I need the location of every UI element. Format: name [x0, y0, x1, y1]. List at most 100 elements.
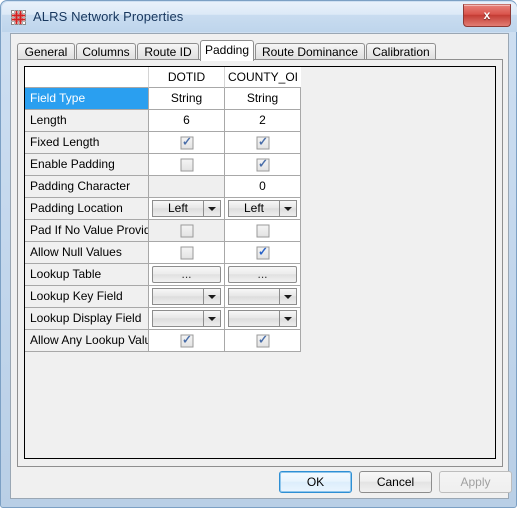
- chevron-down-icon[interactable]: [203, 289, 220, 304]
- grid-row: Pad If No Value Provided: [25, 220, 301, 242]
- grid-cell[interactable]: ✓: [225, 242, 301, 264]
- checkbox[interactable]: [180, 246, 193, 259]
- dropdown[interactable]: Left: [152, 200, 221, 217]
- cell-value: String: [246, 91, 279, 105]
- chevron-down-icon[interactable]: [203, 201, 220, 216]
- dropdown[interactable]: [228, 288, 297, 305]
- dropdown[interactable]: [152, 288, 221, 305]
- grid-cell[interactable]: Left: [225, 198, 301, 220]
- grid-cell[interactable]: ✓: [225, 154, 301, 176]
- cancel-button[interactable]: Cancel: [359, 471, 432, 493]
- close-button[interactable]: x: [463, 4, 511, 27]
- checkbox[interactable]: ✓: [256, 134, 269, 149]
- grid-cell[interactable]: ✓: [149, 330, 225, 352]
- grid-row-label[interactable]: Pad If No Value Provided: [25, 220, 149, 242]
- dropdown[interactable]: [228, 310, 297, 327]
- chevron-down-icon[interactable]: [203, 311, 220, 326]
- grid-row: Lookup Key Field: [25, 286, 301, 308]
- padding-property-grid-inner: DOTID COUNTY_OI Field Type String String Leng…: [25, 67, 301, 352]
- grid-row: Padding Location Left Left: [25, 198, 301, 220]
- grid-cell[interactable]: [149, 286, 225, 308]
- checkbox[interactable]: [256, 224, 269, 237]
- checkbox[interactable]: ✓: [180, 134, 193, 149]
- grid-cell[interactable]: [149, 308, 225, 330]
- grid-header-row: DOTID COUNTY_OI: [25, 67, 301, 88]
- cell-value: 2: [259, 113, 266, 127]
- tab-route-id[interactable]: Route ID: [137, 43, 199, 60]
- check-icon: ✓: [258, 134, 269, 148]
- grid-row-label[interactable]: Padding Location: [25, 198, 149, 220]
- checkbox[interactable]: ✓: [256, 157, 269, 171]
- grid-cell[interactable]: ...: [225, 264, 301, 286]
- grid-row-label[interactable]: Enable Padding: [25, 154, 149, 176]
- tab-calibration[interactable]: Calibration: [366, 43, 436, 60]
- tab-columns[interactable]: Columns: [76, 43, 136, 60]
- grid-row-label[interactable]: Length: [25, 110, 149, 132]
- grid-cell[interactable]: String: [149, 88, 225, 110]
- grid-row: Fixed Length ✓ ✓: [25, 132, 301, 154]
- dialog-client-area: General Columns Route ID Padding Route Domin…: [10, 33, 512, 499]
- checkbox[interactable]: ✓: [180, 333, 193, 347]
- chevron-down-icon[interactable]: [279, 311, 296, 326]
- dropdown[interactable]: [152, 310, 221, 327]
- grid-column-header[interactable]: COUNTY_OI: [225, 67, 301, 88]
- grid-cell[interactable]: ...: [149, 264, 225, 286]
- grid-cell[interactable]: 2: [225, 110, 301, 132]
- grid-column-header[interactable]: DOTID: [149, 67, 225, 88]
- dropdown-value: Left: [167, 201, 188, 215]
- grid-cell[interactable]: Left: [149, 198, 225, 220]
- grid-cell[interactable]: [225, 308, 301, 330]
- grid-cell: [149, 220, 225, 242]
- dropdown-value: [153, 289, 203, 304]
- grid-row: Field Type String String: [25, 88, 301, 110]
- chevron-down-icon[interactable]: [279, 201, 296, 216]
- grid-row-label[interactable]: Padding Character: [25, 176, 149, 198]
- grid-row-label[interactable]: Allow Null Values: [25, 242, 149, 264]
- grid-row: Enable Padding ✓: [25, 154, 301, 176]
- checkbox[interactable]: ✓: [256, 245, 269, 259]
- title-bar[interactable]: ALRS Network Properties x: [2, 2, 517, 32]
- grid-row-label[interactable]: Lookup Table: [25, 264, 149, 286]
- grid-cell[interactable]: ✓: [149, 132, 225, 154]
- dropdown-value: [229, 311, 279, 326]
- grid-cell[interactable]: [225, 286, 301, 308]
- grid-cell[interactable]: [149, 154, 225, 176]
- grid-row-label[interactable]: Field Type: [25, 88, 149, 110]
- apply-button: Apply: [439, 471, 512, 493]
- grid-row-label[interactable]: Lookup Key Field: [25, 286, 149, 308]
- checkbox: [180, 224, 193, 237]
- ok-button[interactable]: OK: [279, 471, 352, 493]
- grid-table-icon: [11, 10, 26, 25]
- browse-ellipsis-button[interactable]: ...: [228, 266, 297, 283]
- grid-row-label[interactable]: Fixed Length: [25, 132, 149, 154]
- grid-cell[interactable]: 0: [225, 176, 301, 198]
- grid-cell[interactable]: String: [225, 88, 301, 110]
- grid-cell: [149, 176, 225, 198]
- grid-row-label[interactable]: Allow Any Lookup Value: [25, 330, 149, 352]
- tab-general[interactable]: General: [17, 43, 75, 60]
- grid-row-label[interactable]: Lookup Display Field: [25, 308, 149, 330]
- browse-ellipsis-button[interactable]: ...: [152, 266, 221, 283]
- dialog-window: ALRS Network Properties x General Columns…: [0, 0, 517, 508]
- tab-route-dominance[interactable]: Route Dominance: [255, 43, 365, 60]
- cell-value: 6: [183, 113, 190, 127]
- grid-cell[interactable]: [225, 220, 301, 242]
- cell-value: String: [170, 91, 203, 105]
- grid-cell[interactable]: 6: [149, 110, 225, 132]
- checkbox[interactable]: ✓: [256, 333, 269, 347]
- grid-cell[interactable]: ✓: [225, 132, 301, 154]
- padding-property-grid[interactable]: DOTID COUNTY_OI Field Type String String Leng…: [24, 66, 496, 459]
- window-title: ALRS Network Properties: [33, 9, 184, 24]
- tab-padding[interactable]: Padding: [200, 40, 254, 61]
- dropdown-value: [229, 289, 279, 304]
- chevron-down-icon[interactable]: [279, 289, 296, 304]
- tab-strip: General Columns Route ID Padding Route Domin…: [17, 40, 503, 61]
- grid-row: Allow Any Lookup Value ✓ ✓: [25, 330, 301, 352]
- check-icon: ✓: [182, 134, 193, 148]
- cell-value: 0: [259, 179, 266, 193]
- checkbox[interactable]: [180, 158, 193, 171]
- dropdown[interactable]: Left: [228, 200, 297, 217]
- grid-cell[interactable]: [149, 242, 225, 264]
- grid-row: Allow Null Values ✓: [25, 242, 301, 264]
- grid-cell[interactable]: ✓: [225, 330, 301, 352]
